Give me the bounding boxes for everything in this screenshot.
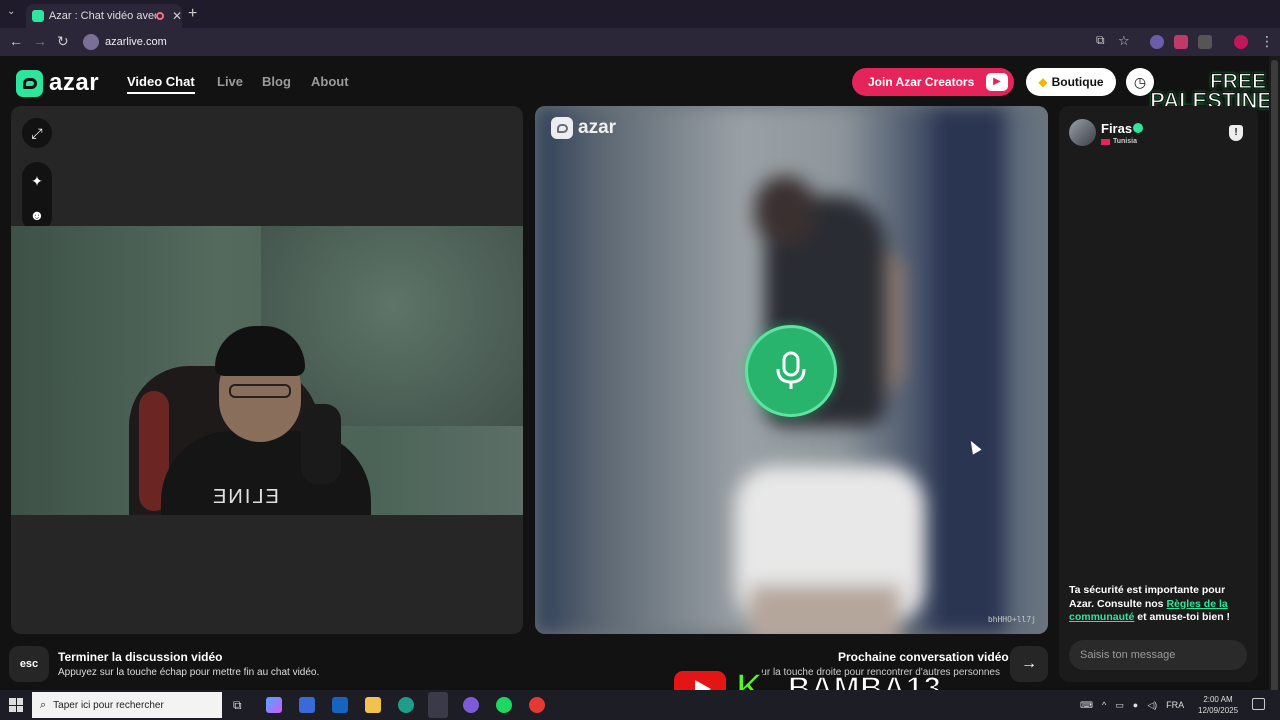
extension-icon-2[interactable] bbox=[1174, 35, 1188, 49]
end-chat-title: Terminer la discussion vidéo bbox=[58, 650, 223, 664]
partner-country: Tunisia bbox=[1101, 138, 1137, 145]
close-tab-icon[interactable]: ✕ bbox=[172, 9, 182, 23]
end-chat-subtitle: Appuyez sur la touche échap pour mettre … bbox=[58, 667, 320, 678]
boutique-button[interactable]: ◆ Boutique bbox=[1026, 68, 1116, 96]
new-tab-button[interactable]: + bbox=[188, 5, 197, 23]
azar-favicon-icon bbox=[32, 10, 44, 22]
gem-icon: ◆ bbox=[1038, 75, 1048, 89]
bookmark-star-icon[interactable]: ☆ bbox=[1118, 33, 1130, 49]
play-icon: ▶ bbox=[986, 73, 1008, 91]
keyboard-icon[interactable]: ⌨ bbox=[1080, 700, 1093, 711]
discord-icon[interactable] bbox=[463, 697, 479, 713]
join-azar-creators-button[interactable]: Join Azar Creators ▶ bbox=[852, 68, 1014, 96]
avatar[interactable] bbox=[1069, 119, 1096, 146]
partner-video-panel: azar bhHHO+ll7j bbox=[535, 106, 1048, 634]
page-scrollbar[interactable] bbox=[1269, 56, 1280, 700]
extensions-puzzle-icon[interactable] bbox=[1198, 35, 1212, 49]
file-explorer-icon[interactable] bbox=[365, 697, 381, 713]
windows-taskbar: ⌕ Taper ici pour rechercher ⧉ ⌨ ^ ▭ ● ◁)… bbox=[0, 690, 1280, 720]
taskbar-search-placeholder: Taper ici pour rechercher bbox=[53, 699, 164, 711]
reload-icon[interactable]: ↻ bbox=[57, 33, 69, 50]
session-code: bhHHO+ll7j bbox=[987, 615, 1036, 624]
self-camera-feed: ELINE bbox=[11, 226, 523, 515]
chrome-icon[interactable] bbox=[529, 697, 545, 713]
sparkle-filter-icon[interactable]: ✦ bbox=[22, 166, 52, 196]
report-shield-icon[interactable]: ! bbox=[1229, 125, 1243, 141]
browser-tab-bar: ⌄ Azar : Chat vidéo avec de nouvelles pe… bbox=[0, 0, 1280, 28]
browser-tab-azar[interactable]: Azar : Chat vidéo avec de nouvelles pers… bbox=[26, 4, 182, 28]
safety-notice: Ta sécurité est importante pour Azar. Co… bbox=[1069, 584, 1249, 625]
chat-panel: Firas Tunisia ! Ta sécurité est importan… bbox=[1059, 106, 1258, 682]
install-app-icon[interactable]: ⧉ bbox=[1096, 33, 1105, 48]
watermark-wordmark: azar bbox=[578, 117, 617, 138]
microphone-button[interactable] bbox=[745, 325, 837, 417]
taskbar-clock[interactable]: 2:00 AM 12/09/2025 bbox=[1198, 694, 1238, 716]
omnibox[interactable]: azarlive.com bbox=[80, 31, 1140, 53]
esc-end-chat-button[interactable]: esc bbox=[9, 646, 49, 682]
partner-azar-watermark: azar bbox=[551, 117, 616, 139]
clock-time: 2:00 AM bbox=[1203, 695, 1233, 704]
forward-arrow-icon[interactable]: → bbox=[33, 33, 47, 49]
site-header: azar Video Chat Live Blog About Join Aza… bbox=[0, 56, 1280, 106]
azar-logo[interactable]: azar bbox=[16, 69, 99, 97]
verified-badge-icon bbox=[1133, 123, 1143, 133]
language-indicator[interactable]: FRA bbox=[1166, 700, 1184, 710]
scrollbar-thumb[interactable] bbox=[1271, 60, 1278, 700]
task-view-icon[interactable]: ⧉ bbox=[233, 698, 249, 714]
show-hidden-icons-icon[interactable]: ^ bbox=[1102, 700, 1106, 710]
notifications-icon[interactable] bbox=[1252, 698, 1265, 710]
azar-logo-icon bbox=[16, 69, 43, 97]
search-icon: ⌕ bbox=[40, 698, 47, 711]
nav-blog[interactable]: Blog bbox=[262, 74, 291, 89]
edge-icon[interactable] bbox=[398, 697, 414, 713]
microphone-icon bbox=[776, 351, 806, 389]
volume-icon[interactable]: ◁) bbox=[1147, 700, 1157, 711]
tab-search-icon[interactable]: ⌄ bbox=[7, 6, 15, 17]
next-chat-title: Prochaine conversation vidéo bbox=[838, 650, 1009, 664]
system-tray: ⌨ ^ ▭ ● ◁) FRA bbox=[1080, 690, 1184, 720]
windows-start-icon[interactable] bbox=[9, 698, 23, 712]
browser-menu-icon[interactable]: ⋮ bbox=[1260, 33, 1274, 50]
network-icon[interactable]: ▭ bbox=[1115, 700, 1124, 711]
taskbar-search-box[interactable]: ⌕ Taper ici pour rechercher bbox=[32, 692, 222, 718]
nav-live[interactable]: Live bbox=[217, 74, 243, 89]
outlook-icon[interactable] bbox=[332, 697, 348, 713]
self-video-panel: ⤢ ✦ ☻ ELINE bbox=[11, 106, 523, 634]
site-info-icon[interactable] bbox=[83, 34, 99, 50]
effects-toolbar: ✦ ☻ bbox=[22, 162, 52, 232]
creators-label: Join Azar Creators bbox=[868, 75, 975, 89]
url-text: azarlive.com bbox=[105, 36, 167, 48]
tunisia-flag-icon bbox=[1101, 138, 1110, 145]
spotify-icon[interactable] bbox=[496, 697, 512, 713]
next-chat-arrow-button[interactable]: → bbox=[1010, 646, 1048, 682]
nav-about[interactable]: About bbox=[311, 74, 349, 89]
azar-watermark-icon bbox=[551, 117, 573, 139]
partner-name: Firas bbox=[1101, 121, 1133, 136]
store-icon[interactable] bbox=[299, 697, 315, 713]
safety-text-2: et amuse-toi bien ! bbox=[1134, 611, 1231, 623]
extension-icon-1[interactable] bbox=[1150, 35, 1164, 49]
back-arrow-icon[interactable]: ← bbox=[9, 33, 23, 49]
boutique-label: Boutique bbox=[1051, 75, 1104, 89]
tab-title: Azar : Chat vidéo avec de nouvelles pers… bbox=[48, 10, 156, 22]
expand-icon[interactable]: ⤢ bbox=[22, 118, 52, 148]
address-bar-row: ← → ↻ azarlive.com ⧉ ☆ ⋮ bbox=[0, 28, 1280, 56]
nav-video-chat[interactable]: Video Chat bbox=[127, 74, 195, 94]
country-label: Tunisia bbox=[1113, 138, 1137, 145]
active-app-icon[interactable] bbox=[428, 692, 448, 718]
message-input[interactable] bbox=[1069, 640, 1247, 670]
tray-mic-icon[interactable]: ● bbox=[1133, 700, 1138, 710]
azar-wordmark: azar bbox=[49, 69, 100, 96]
copilot-icon[interactable] bbox=[266, 697, 282, 713]
profile-avatar-icon[interactable] bbox=[1234, 35, 1248, 49]
recording-indicator-icon bbox=[155, 12, 164, 20]
clock-date: 12/09/2025 bbox=[1198, 706, 1239, 715]
